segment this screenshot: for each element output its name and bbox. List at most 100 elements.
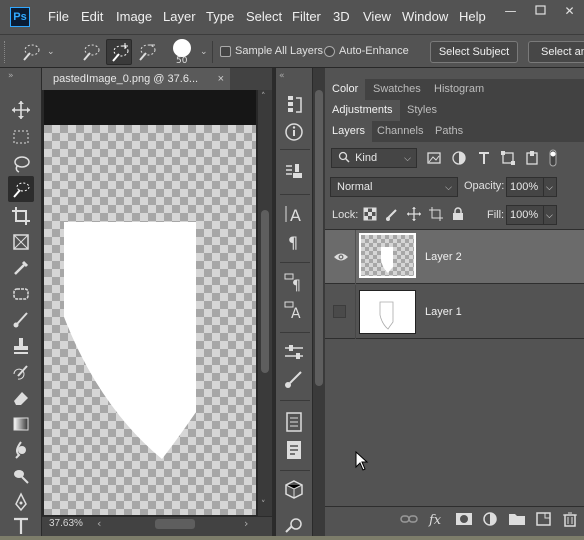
- filter-type-layers-icon[interactable]: [476, 150, 492, 166]
- filter-shape-layers-icon[interactable]: [500, 150, 516, 166]
- grip-icon[interactable]: [4, 41, 9, 63]
- new-layer-icon[interactable]: [535, 511, 553, 527]
- brushes-panel-icon[interactable]: [282, 368, 308, 392]
- collapse-dock-icon[interactable]: «: [279, 71, 285, 81]
- layer-filter-kind[interactable]: Kind ⌵: [331, 148, 417, 168]
- new-adjustment-layer-icon[interactable]: [482, 511, 500, 527]
- tool-presets-panel-icon[interactable]: [282, 160, 308, 184]
- lock-image-pixels-icon[interactable]: [385, 207, 399, 221]
- info-panel-icon[interactable]: [282, 120, 308, 144]
- lock-all-icon[interactable]: [451, 206, 465, 221]
- layer-row-layer-2[interactable]: Layer 2: [325, 230, 584, 284]
- eye-icon[interactable]: [333, 251, 349, 263]
- scroll-down-icon[interactable]: ˅: [261, 500, 266, 510]
- auto-enhance-checkbox[interactable]: [324, 46, 335, 57]
- frame-tool-icon[interactable]: [8, 229, 34, 255]
- move-tool-icon[interactable]: [8, 97, 34, 123]
- lock-transparent-pixels-icon[interactable]: [363, 207, 377, 221]
- new-group-icon[interactable]: [508, 511, 526, 527]
- crop-tool-icon[interactable]: [8, 203, 34, 229]
- tab-histogram[interactable]: Histogram: [427, 79, 491, 100]
- blend-mode-select[interactable]: Normal ⌵: [330, 177, 458, 197]
- menu-filter[interactable]: Filter: [292, 0, 321, 34]
- pen-tool-icon[interactable]: [8, 489, 34, 515]
- horizontal-scroll-thumb[interactable]: [155, 519, 195, 529]
- spot-healing-tool-icon[interactable]: [8, 281, 34, 307]
- maximize-icon[interactable]: [526, 0, 555, 24]
- tab-adjustments[interactable]: Adjustments: [325, 100, 400, 121]
- layer-row-layer-1[interactable]: Layer 1: [325, 285, 584, 339]
- close-tab-icon[interactable]: ×: [218, 68, 224, 90]
- menu-edit[interactable]: Edit: [81, 0, 103, 34]
- lock-artboards-icon[interactable]: [429, 207, 443, 221]
- character-styles-panel-icon[interactable]: A: [282, 298, 308, 322]
- tab-layers[interactable]: Layers: [325, 121, 373, 142]
- menu-type[interactable]: Type: [206, 0, 234, 34]
- properties-panel-icon[interactable]: [282, 438, 308, 462]
- add-to-selection-icon[interactable]: [106, 39, 132, 65]
- minimize-icon[interactable]: —: [496, 0, 525, 24]
- layer-name[interactable]: Layer 2: [425, 251, 462, 263]
- tab-styles[interactable]: Styles: [400, 100, 444, 121]
- paragraph-panel-icon[interactable]: ¶: [282, 229, 308, 253]
- brush-tool-icon[interactable]: [8, 307, 34, 333]
- paragraph-styles-panel-icon[interactable]: ¶: [282, 270, 308, 294]
- marquee-tool-icon[interactable]: [8, 124, 34, 150]
- filter-toggle-icon[interactable]: [547, 148, 559, 168]
- menu-window[interactable]: Window: [402, 0, 448, 34]
- menu-file[interactable]: File: [48, 0, 69, 34]
- layer-thumbnail[interactable]: [359, 233, 416, 278]
- lasso-tool-icon[interactable]: [8, 151, 34, 177]
- layer-thumbnail[interactable]: [359, 290, 416, 334]
- dock-scroll-thumb[interactable]: [315, 90, 323, 386]
- quick-selection-tool-preset-icon[interactable]: [18, 39, 44, 65]
- eyedropper-tool-icon[interactable]: [8, 255, 34, 281]
- scroll-up-icon[interactable]: ˄: [261, 92, 266, 102]
- collapse-toolbar-icon[interactable]: »: [8, 71, 14, 81]
- close-window-icon[interactable]: ✕: [555, 0, 584, 24]
- filter-smart-objects-icon[interactable]: [524, 150, 540, 166]
- fill-input[interactable]: 100%: [506, 205, 544, 225]
- tab-color[interactable]: Color: [325, 79, 366, 100]
- quick-selection-tool-icon[interactable]: [8, 176, 34, 202]
- filter-pixel-layers-icon[interactable]: [426, 150, 442, 166]
- dodge-tool-icon[interactable]: [8, 463, 34, 489]
- vertical-scroll-thumb[interactable]: [261, 210, 269, 373]
- brush-chevron-icon[interactable]: ⌄: [200, 47, 208, 57]
- visibility-toggle-off[interactable]: [333, 305, 346, 318]
- filter-adjustment-layers-icon[interactable]: [451, 150, 467, 166]
- tab-channels[interactable]: Channels: [370, 121, 430, 142]
- adjustments-panel-icon[interactable]: [282, 340, 308, 364]
- subtract-from-selection-icon[interactable]: [134, 39, 160, 65]
- lock-position-icon[interactable]: [407, 207, 421, 221]
- character-panel-icon[interactable]: A: [282, 202, 308, 226]
- layers-list-empty-area[interactable]: [325, 340, 584, 508]
- blur-tool-icon[interactable]: [8, 437, 34, 463]
- add-layer-mask-icon[interactable]: [455, 511, 473, 527]
- timeline-panel-icon[interactable]: [282, 512, 308, 536]
- clone-stamp-tool-icon[interactable]: [8, 333, 34, 359]
- scroll-right-icon[interactable]: ›: [244, 517, 248, 530]
- scroll-left-icon[interactable]: ‹: [97, 517, 101, 530]
- tab-swatches[interactable]: Swatches: [366, 79, 428, 100]
- select-subject-button[interactable]: Select Subject: [430, 41, 518, 63]
- zoom-level[interactable]: 37.63%: [49, 518, 83, 529]
- menu-view[interactable]: View: [363, 0, 391, 34]
- eraser-tool-icon[interactable]: [8, 385, 34, 411]
- canvas[interactable]: [44, 125, 256, 515]
- delete-layer-icon[interactable]: [561, 511, 579, 527]
- link-layers-icon[interactable]: [400, 511, 418, 527]
- menu-help[interactable]: Help: [459, 0, 486, 34]
- layer-name[interactable]: Layer 1: [425, 306, 462, 318]
- brush-preview-icon[interactable]: [173, 39, 191, 57]
- menu-3d[interactable]: 3D: [333, 0, 350, 34]
- tab-paths[interactable]: Paths: [428, 121, 470, 142]
- gradient-tool-icon[interactable]: [8, 411, 34, 437]
- document-tab[interactable]: pastedImage_0.png @ 37.6... ×: [42, 68, 230, 90]
- photoshop-logo[interactable]: Ps: [10, 7, 30, 27]
- history-brush-tool-icon[interactable]: [8, 359, 34, 385]
- menu-select[interactable]: Select: [246, 0, 282, 34]
- history-panel-icon[interactable]: [282, 92, 308, 116]
- menu-image[interactable]: Image: [116, 0, 152, 34]
- select-and-mask-button[interactable]: Select and: [528, 41, 584, 63]
